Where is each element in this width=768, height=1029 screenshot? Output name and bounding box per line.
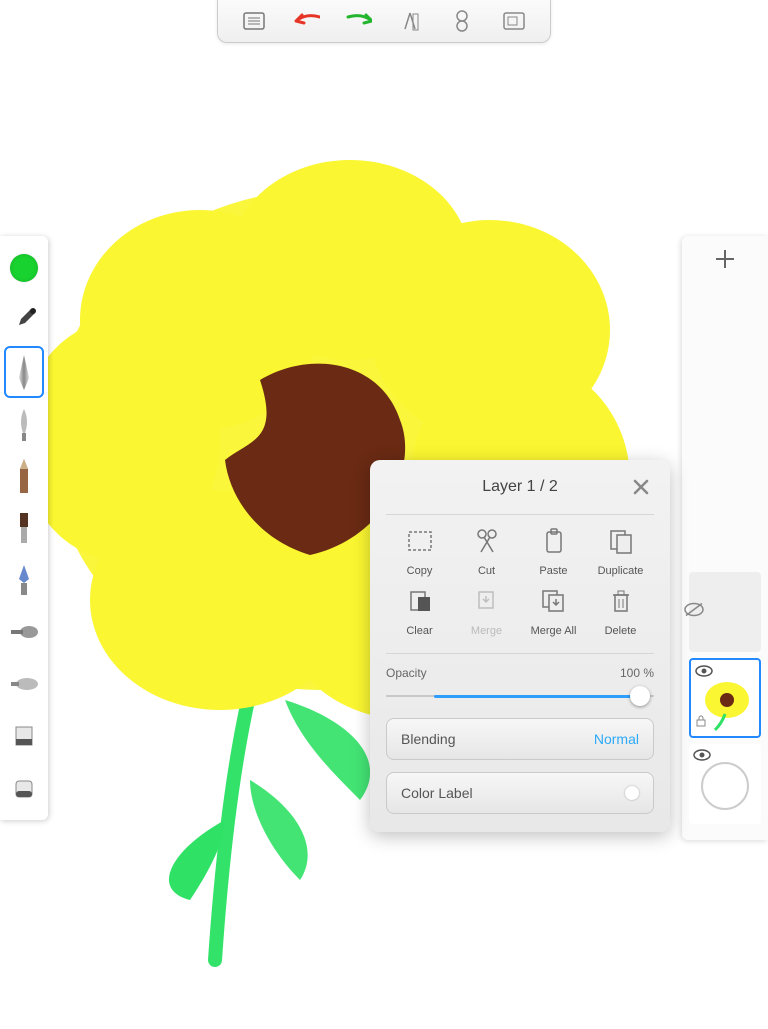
color-label-row[interactable]: Color Label [386,772,654,814]
opacity-slider[interactable] [386,686,654,706]
layer-thumb-hidden[interactable] [689,572,761,652]
merge-all-button[interactable]: Merge All [520,587,587,637]
add-layer-button[interactable] [712,246,738,272]
symmetry-icon[interactable] [448,10,476,32]
layer-thumb-flower[interactable] [689,658,761,738]
color-label-text: Color Label [401,785,473,801]
merge-button: Merge [453,587,520,637]
smudge-tool[interactable] [4,658,44,710]
layer-thumb-background[interactable] [689,744,761,824]
eraser-soft-tool[interactable] [4,762,44,814]
close-icon[interactable] [632,478,650,502]
modal-title: Layer 1 / 2 [482,478,558,496]
cut-button[interactable]: Cut [453,527,520,577]
slider-knob[interactable] [630,686,650,706]
top-toolbar [217,0,551,43]
brush-flat-tool[interactable] [4,502,44,554]
pencil-tool[interactable] [4,450,44,502]
left-toolbar [0,236,48,820]
menu-list-icon[interactable] [240,10,268,32]
ruler-compass-icon[interactable] [396,10,424,32]
copy-button[interactable]: Copy [386,527,453,577]
trash-icon [605,587,637,615]
lock-icon [695,714,707,732]
color-label-swatch [625,786,639,800]
scissors-icon [471,527,503,555]
paste-button[interactable]: Paste [520,527,587,577]
layer-preview [701,762,749,810]
pen-tool[interactable] [4,346,44,398]
blending-value: Normal [594,731,639,747]
opacity-label: Opacity [386,666,427,680]
brush-round-tool[interactable] [4,398,44,450]
clear-button[interactable]: Clear [386,587,453,637]
blending-row[interactable]: Blending Normal [386,718,654,760]
eye-icon[interactable] [693,748,711,766]
redo-button[interactable] [344,10,372,32]
opacity-value: 100 % [620,666,654,680]
undo-button[interactable] [292,10,320,32]
stem-and-leaves [169,560,370,960]
eye-off-icon [683,602,705,623]
select-dashed-icon [404,527,436,555]
clipboard-icon [538,527,570,555]
layers-panel [682,236,768,840]
opacity-control: Opacity 100 % [386,666,654,706]
current-color-swatch [10,254,38,282]
airbrush-tool[interactable] [4,606,44,658]
duplicate-button[interactable]: Duplicate [587,527,654,577]
eraser-hard-tool[interactable] [4,710,44,762]
color-swatch-button[interactable] [4,242,44,294]
fullscreen-icon[interactable] [500,10,528,32]
merge-all-icon [538,587,570,615]
eyedropper-tool[interactable] [4,294,44,346]
clear-icon [404,587,436,615]
duplicate-icon [605,527,637,555]
delete-button[interactable]: Delete [587,587,654,637]
layer-options-modal: Layer 1 / 2 Copy Cut Paste Duplicate Cle… [370,460,670,832]
merge-down-icon [471,587,503,615]
blending-label: Blending [401,731,456,747]
marker-tool[interactable] [4,554,44,606]
